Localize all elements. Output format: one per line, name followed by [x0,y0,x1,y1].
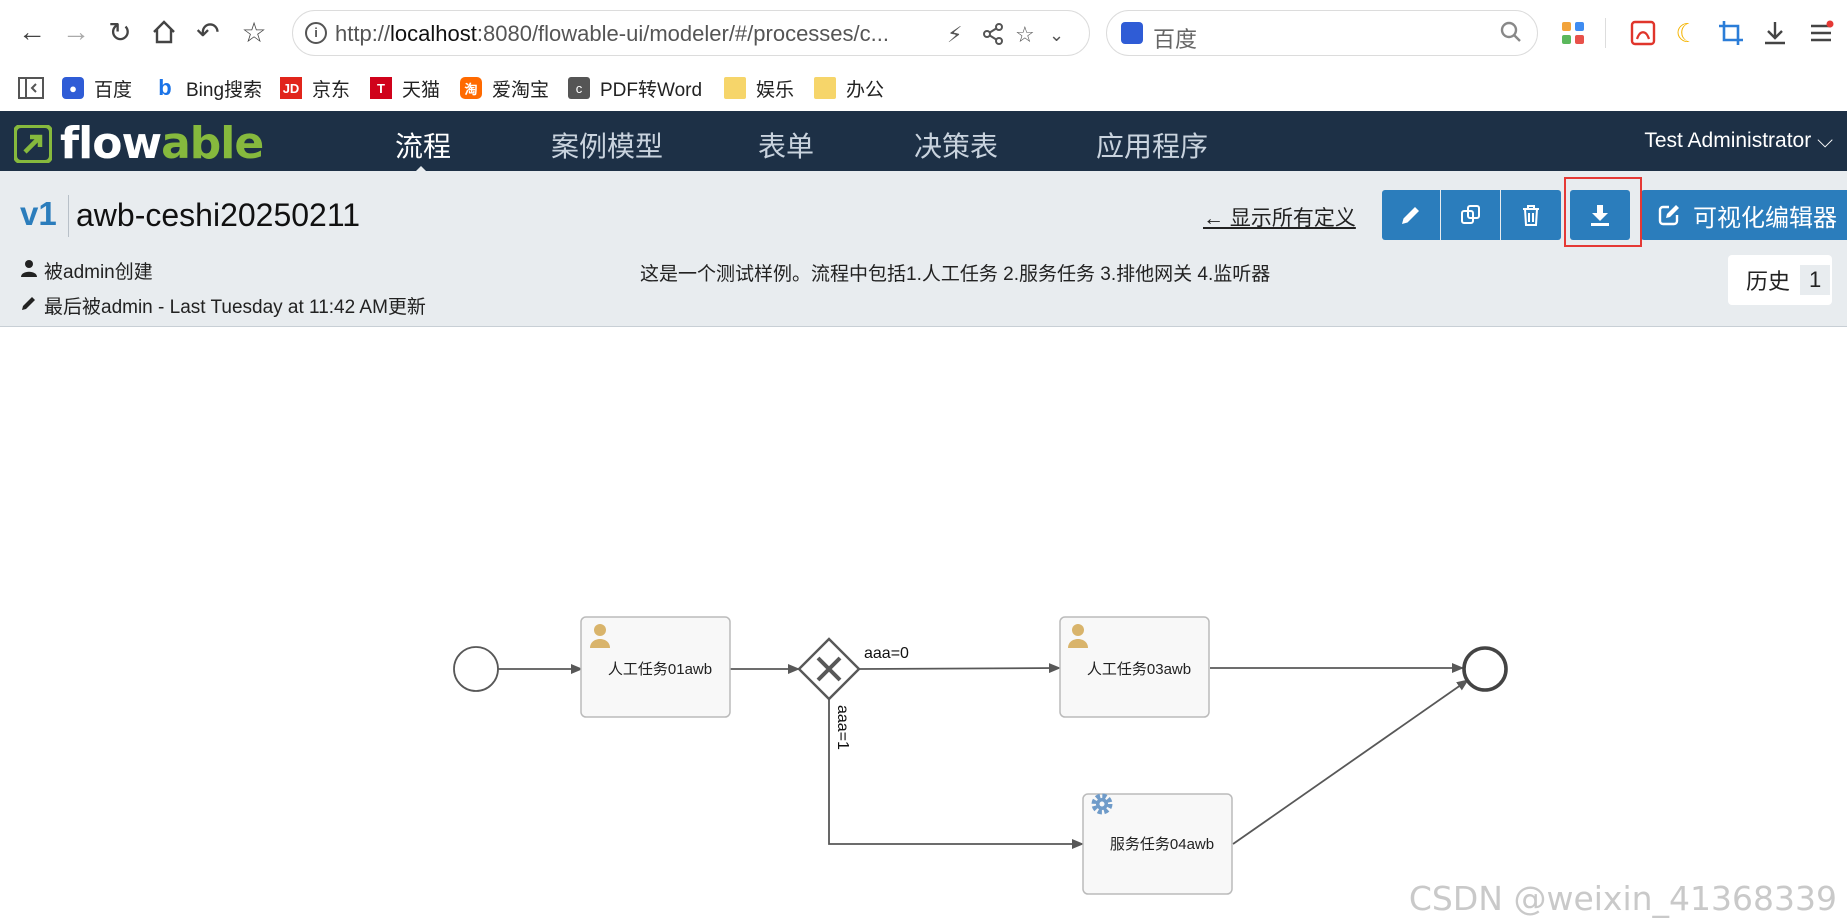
menu-apps[interactable]: 应用程序 [1096,125,1208,165]
condition-down-label: aaa=1 [834,705,851,750]
edit-square-icon [1658,205,1679,226]
baidu-paw-icon: ● [62,77,84,99]
trash-icon [1523,205,1539,226]
bookmark-star-icon[interactable]: ☆ [1015,22,1035,48]
flow-gateway-to-task4[interactable] [828,696,1084,849]
condition-top-label: aaa=0 [864,645,909,662]
taobao-icon: 淘 [460,77,482,99]
flowable-logo-icon [14,124,52,163]
lightning-icon[interactable]: ⚡ [947,22,962,48]
task1-label: 人工任务01awb [608,661,712,678]
definition-name: awb-ceshi20250211 [76,197,361,233]
pdf-convert-icon: c [568,77,590,99]
logo-text: flowable [60,118,264,169]
flowable-logo[interactable]: flowable [14,118,264,169]
bookmark-tmall[interactable]: T 天猫 [370,74,440,102]
version-divider [68,195,69,237]
favorite-star-icon[interactable]: ☆ [236,14,272,50]
url-text[interactable]: http://localhost:8080/flowable-ui/modele… [335,21,889,47]
menu-forms[interactable]: 表单 [758,125,814,165]
user-menu[interactable]: Test Administrator ⌵ [1644,129,1833,153]
end-event[interactable] [1462,646,1508,692]
flow-gateway-to-task3[interactable] [858,663,1061,674]
search-box[interactable]: 百度 [1106,10,1538,56]
visual-editor-button[interactable]: 可视化编辑器 [1641,190,1847,240]
share-icon[interactable] [981,22,1005,52]
search-placeholder: 百度 [1153,27,1198,52]
pdf-reader-icon[interactable] [1626,16,1660,50]
bookmarks-bar: ● 百度 b Bing搜索 JD 京东 T 天猫 淘 爱淘宝 c PDF转Wor… [0,66,1847,111]
user-icon [20,259,44,282]
browser-toolbar: ← → ↻ ↶ ☆ i http://localhost:8080/flowab… [0,0,1847,66]
baidu-paw-icon [1121,22,1143,44]
bookmark-pdf-word[interactable]: c PDF转Word [568,74,702,102]
bookmark-taobao[interactable]: 淘 爱淘宝 [460,74,549,102]
exclusive-gateway[interactable] [797,637,861,701]
flow-task4-to-end[interactable] [1232,679,1469,845]
bookmark-folder-office[interactable]: 办公 [814,74,884,102]
csdn-watermark: CSDN @weixin_41368339 [1408,879,1837,918]
menu-hamburger-icon[interactable] [1804,16,1838,50]
version-label: v1 [20,195,57,232]
user-task-01[interactable]: 人工任务01awb [580,616,731,718]
updated-by-row: 最后被admin - Last Tuesday at 11:42 AM更新 [20,292,426,319]
chevron-down-icon[interactable]: ⌄ [1049,25,1064,46]
toolbar-divider [1605,18,1606,48]
bookmark-folder-entertainment[interactable]: 娱乐 [724,74,794,102]
back-icon[interactable]: ← [14,14,50,50]
undo-icon[interactable]: ↶ [190,14,226,50]
pencil-icon [1402,207,1419,224]
reload-icon[interactable]: ↻ [102,14,138,50]
menu-processes[interactable]: 流程 [395,125,451,165]
start-event[interactable] [453,646,499,692]
delete-button[interactable] [1501,190,1561,240]
bing-icon: b [158,75,172,100]
sidebar-toggle-icon[interactable] [18,74,44,102]
pencil-icon [20,294,44,317]
history-count-badge: 1 [1800,265,1831,295]
edit-button[interactable] [1382,190,1440,240]
night-mode-icon[interactable]: ☾ [1670,16,1704,50]
menu-decision-tables[interactable]: 决策表 [914,125,998,165]
jd-icon: JD [280,77,302,99]
bookmark-jd[interactable]: JD 京东 [280,74,350,102]
folder-icon [724,77,746,99]
task3-label: 人工任务03awb [1087,661,1191,678]
address-bar[interactable]: i http://localhost:8080/flowable-ui/mode… [292,10,1090,56]
download-highlight-box [1564,177,1642,247]
forward-icon[interactable]: → [58,14,94,50]
app-header: flowable 流程 案例模型 表单 决策表 应用程序 Test Admini… [0,111,1847,171]
show-all-definitions-link[interactable]: ← 显示所有定义 [1203,202,1356,232]
search-icon[interactable] [1499,20,1523,49]
copy-button[interactable] [1441,190,1500,240]
user-task-03[interactable]: 人工任务03awb [1059,616,1210,718]
bpmn-diagram: 人工任务01awb aaa=0 aaa=1 人工任务03awb 服务任务04aw [453,616,1508,895]
tmall-icon: T [370,77,392,99]
chevron-down-icon: ⌵ [1817,129,1833,152]
bookmark-baidu[interactable]: ● 百度 [62,74,132,102]
crop-icon[interactable] [1714,16,1748,50]
created-by-row: 被admin创建 [20,257,153,284]
apps-grid-icon[interactable] [1556,16,1590,50]
folder-icon [814,77,836,99]
task4-label: 服务任务04awb [1110,836,1214,853]
home-icon[interactable] [146,14,182,50]
definition-description: 这是一个测试样例。流程中包括1.人工任务 2.服务任务 3.排他网关 4.监听器 [640,264,1271,285]
site-info-icon[interactable]: i [305,22,327,44]
menu-case-models[interactable]: 案例模型 [551,125,663,165]
bookmark-bing[interactable]: b Bing搜索 [154,74,262,102]
history-button[interactable]: 历史 1 [1728,255,1832,305]
download-icon[interactable] [1758,16,1792,50]
service-task-04[interactable]: 服务任务04awb [1082,793,1233,895]
process-diagram-canvas: 人工任务01awb aaa=0 aaa=1 人工任务03awb 服务任务04aw [0,328,1847,924]
copy-icon [1460,205,1480,224]
